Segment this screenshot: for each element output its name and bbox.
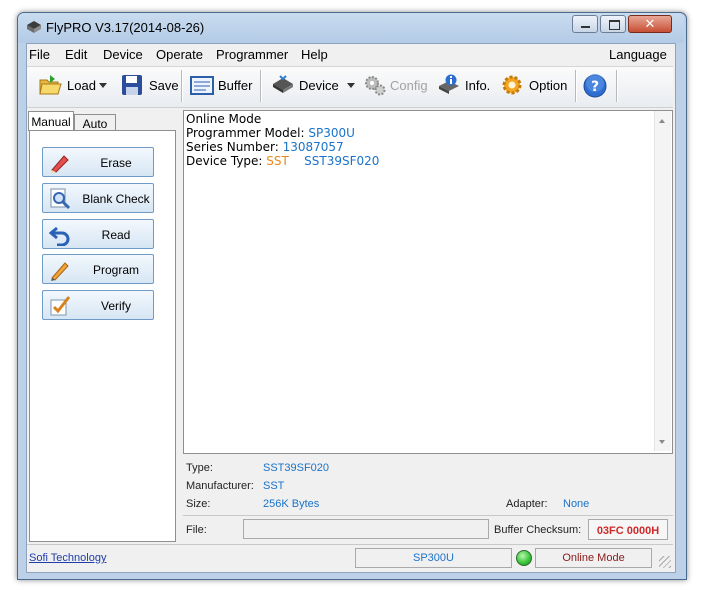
- log-line-device-type: Device Type: SST SST39SF020: [186, 154, 379, 168]
- programmer-status: SP300U: [355, 548, 512, 568]
- blank-check-button[interactable]: Blank Check: [42, 183, 154, 213]
- info-size-value: 256K Bytes: [263, 498, 320, 510]
- program-button[interactable]: Program: [42, 254, 154, 284]
- folder-open-icon[interactable]: [38, 74, 62, 96]
- log-line-model: Programmer Model: SP300U: [186, 126, 355, 140]
- info-size-label: Size:: [186, 498, 211, 510]
- menu-operate[interactable]: Operate: [156, 47, 203, 62]
- file-row-divider: [183, 515, 673, 516]
- scroll-down-arrow-icon[interactable]: [659, 440, 665, 444]
- device-button[interactable]: Device: [299, 78, 339, 93]
- verify-label: Verify: [100, 299, 131, 313]
- info-icon[interactable]: [437, 74, 459, 96]
- toolbar-separator: [181, 70, 183, 102]
- info-adapter-value: None: [563, 498, 590, 510]
- eraser-pencil-icon: [49, 152, 69, 173]
- buffer-button[interactable]: Buffer: [218, 78, 252, 93]
- option-button[interactable]: Option: [529, 78, 567, 93]
- status-divider: [27, 544, 673, 545]
- log-model-value: SP300U: [308, 126, 355, 140]
- erase-button[interactable]: Erase: [42, 147, 154, 177]
- read-button[interactable]: Read: [42, 219, 154, 249]
- status-indicator-led-icon: [516, 550, 532, 566]
- menu-file[interactable]: File: [29, 47, 50, 62]
- svg-text:?: ?: [591, 79, 599, 95]
- program-label: Program: [92, 263, 139, 277]
- close-icon: ✕: [644, 16, 656, 31]
- info-adapter-label: Adapter:: [506, 498, 548, 510]
- magnifier-icon: [49, 188, 71, 210]
- save-button[interactable]: Save: [149, 78, 179, 93]
- read-label: Read: [101, 228, 131, 242]
- info-button[interactable]: Info.: [465, 78, 490, 93]
- tab-manual[interactable]: Manual: [28, 111, 74, 131]
- company-link[interactable]: Sofi Technology: [29, 552, 106, 564]
- close-button[interactable]: ✕: [628, 15, 672, 33]
- device-dropdown-arrow-icon[interactable]: [347, 83, 355, 88]
- toolbar-separator: [260, 70, 262, 102]
- checkbox-checked-icon: [49, 295, 71, 316]
- erase-label: Erase: [100, 156, 132, 170]
- checksum-value: 03FC 0000H: [596, 525, 660, 537]
- minimize-button[interactable]: [572, 15, 598, 33]
- info-manufacturer-value: SST: [263, 480, 285, 492]
- checksum-box: 03FC 0000H: [588, 519, 668, 540]
- info-type-label: Type:: [186, 462, 213, 474]
- help-icon[interactable]: ?: [583, 74, 607, 98]
- toolbar-separator: [575, 70, 577, 102]
- blank-check-label: Blank Check: [82, 192, 150, 206]
- log-scrollbar[interactable]: [654, 111, 671, 451]
- menu-edit[interactable]: Edit: [65, 47, 87, 62]
- load-button[interactable]: Load: [67, 78, 96, 93]
- info-type-value: SST39SF020: [263, 462, 330, 474]
- file-label: File:: [186, 524, 207, 536]
- log-line-serial: Series Number: 13087057: [186, 140, 344, 154]
- scroll-up-arrow-icon[interactable]: [659, 119, 665, 123]
- log-type-label: Device Type:: [186, 154, 267, 168]
- menu-programmer[interactable]: Programmer: [216, 47, 288, 62]
- file-path-field[interactable]: [243, 519, 489, 539]
- tab-auto[interactable]: Auto: [74, 114, 116, 131]
- window-title: FlyPRO V3.17(2014-08-26): [46, 20, 205, 35]
- verify-button[interactable]: Verify: [42, 290, 154, 320]
- menu-language[interactable]: Language: [609, 47, 667, 62]
- maximize-button[interactable]: [600, 15, 626, 33]
- option-gear-icon[interactable]: [500, 74, 522, 96]
- chip-device-icon[interactable]: [271, 74, 293, 96]
- undo-arrow-icon: [48, 224, 70, 247]
- checksum-label: Buffer Checksum:: [494, 524, 582, 536]
- mode-status: Online Mode: [535, 548, 652, 568]
- log-type-part: SST39SF020: [304, 154, 380, 168]
- log-type-maker: SST: [266, 154, 289, 168]
- load-dropdown-arrow-icon[interactable]: [99, 83, 107, 88]
- resize-grip-icon[interactable]: [659, 556, 671, 568]
- log-serial-label: Series Number:: [186, 140, 283, 154]
- log-model-label: Programmer Model:: [186, 126, 309, 140]
- menu-help[interactable]: Help: [301, 47, 328, 62]
- log-serial-value: 13087057: [282, 140, 344, 154]
- config-button[interactable]: Config: [390, 78, 428, 93]
- pencil-icon: [49, 259, 69, 281]
- config-gears-icon[interactable]: [363, 74, 386, 96]
- info-manufacturer-label: Manufacturer:: [186, 480, 254, 492]
- buffer-icon[interactable]: [190, 74, 214, 96]
- toolbar-separator: [616, 70, 618, 102]
- floppy-disk-icon[interactable]: [121, 74, 143, 96]
- app-icon: [27, 21, 41, 33]
- menu-device[interactable]: Device: [103, 47, 143, 62]
- log-line-mode: Online Mode: [186, 112, 262, 126]
